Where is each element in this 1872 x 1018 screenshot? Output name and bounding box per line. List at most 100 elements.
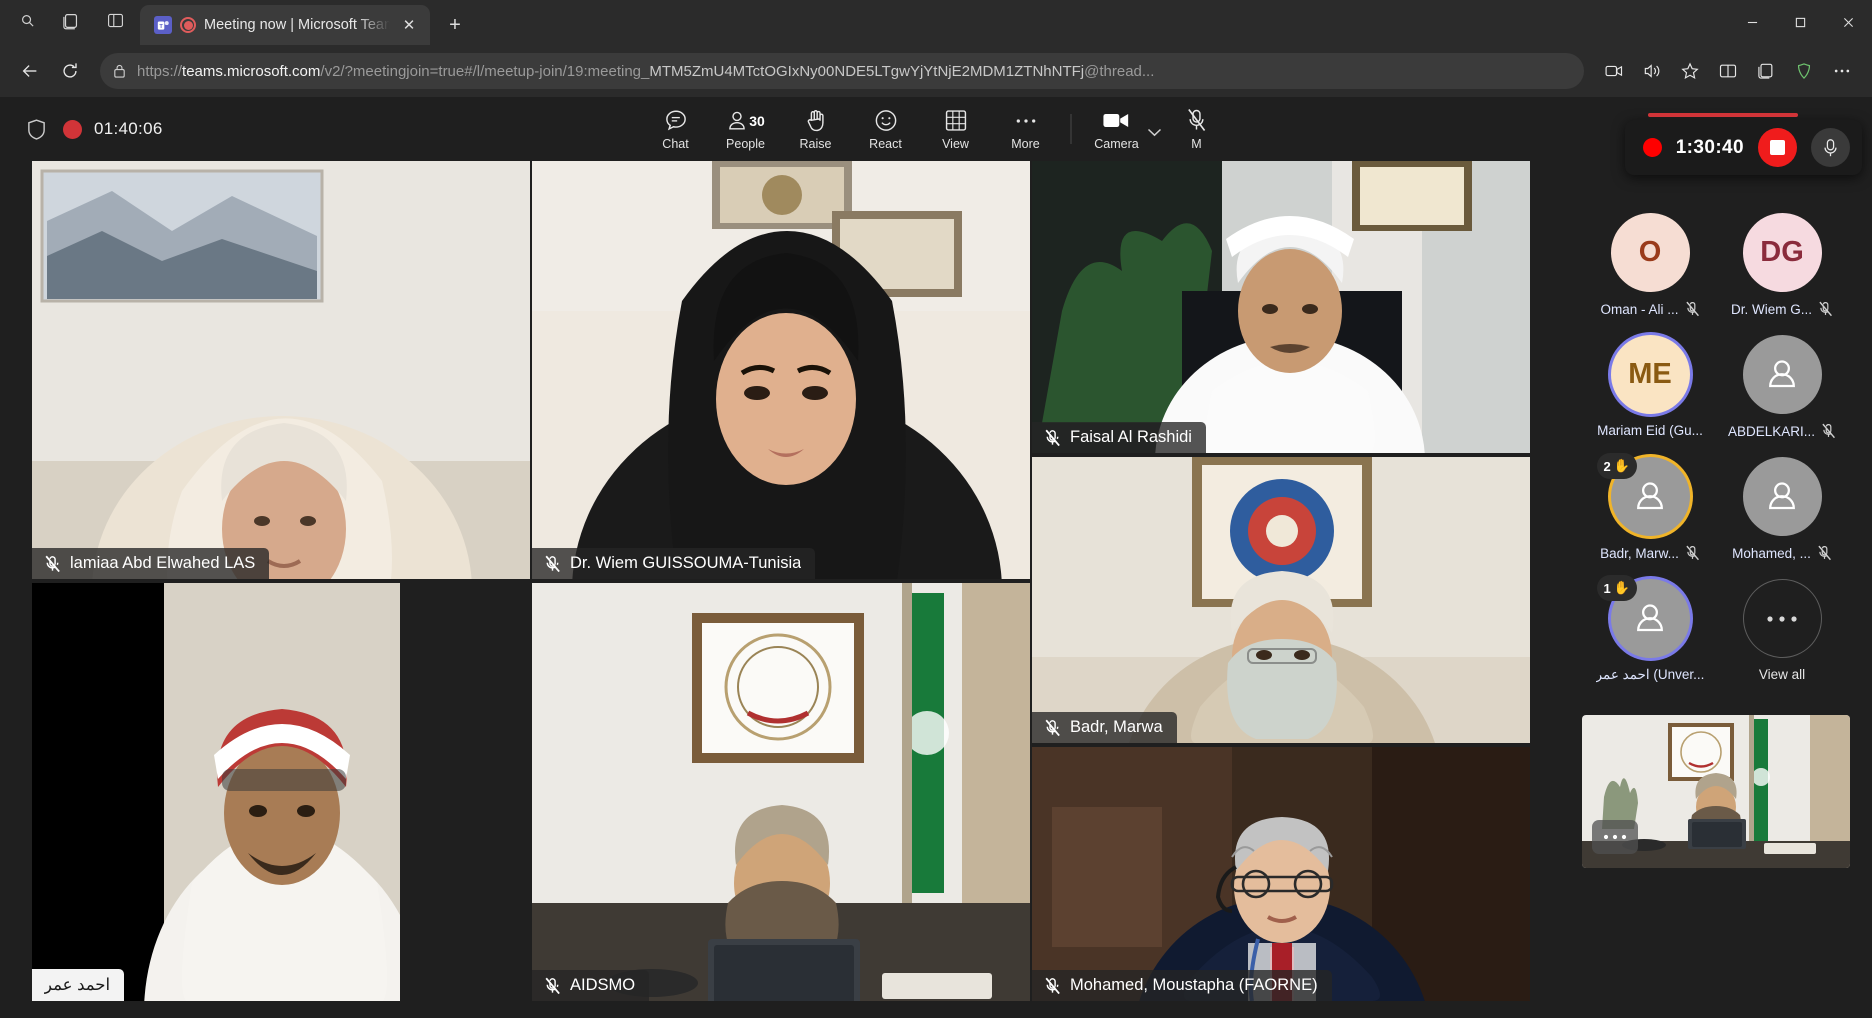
video-tile-ahmed-omar[interactable]: احمد عمر	[32, 583, 400, 1001]
video-tile-faisal[interactable]: Faisal Al Rashidi	[1032, 161, 1530, 453]
more-button[interactable]: More	[991, 99, 1061, 159]
mic-off-icon	[544, 977, 561, 995]
reload-icon[interactable]	[52, 53, 88, 89]
tab-split-pane-icon[interactable]	[96, 4, 134, 38]
camera-label: Camera	[1094, 136, 1139, 151]
tab-recording-icon	[180, 17, 196, 33]
avatar	[1742, 335, 1822, 414]
view-all-label: View all	[1758, 667, 1806, 682]
video-tile-moustapha[interactable]: Mohamed, Moustapha (FAORNE)	[1032, 747, 1530, 1001]
roster-item-view-all[interactable]: View all	[1716, 579, 1848, 683]
address-bar[interactable]: https://teams.microsoft.com/v2/?meetingj…	[100, 53, 1584, 89]
person-icon	[1769, 481, 1795, 509]
tab-collections-icon[interactable]	[52, 4, 90, 38]
raise-hand-icon	[804, 108, 827, 134]
raise-hand-button[interactable]: Raise	[781, 99, 851, 159]
collections-icon[interactable]	[1748, 53, 1784, 89]
participant-video	[1032, 747, 1530, 1001]
recording-mic-button[interactable]	[1811, 128, 1850, 167]
tile-name: Mohamed, Moustapha (FAORNE)	[1070, 976, 1318, 994]
more-ellipsis-icon[interactable]	[1592, 820, 1638, 854]
window-minimize-button[interactable]	[1728, 0, 1776, 45]
react-button[interactable]: React	[851, 99, 921, 159]
roster-item-mariam[interactable]: ME Mariam Eid (Gu...	[1584, 335, 1716, 439]
camera-icon	[1103, 108, 1131, 134]
browser-tab-teams[interactable]: T Meeting now | Microsoft Teams ✕	[140, 5, 430, 45]
mic-off-icon	[1186, 108, 1208, 134]
window-close-button[interactable]	[1824, 0, 1872, 45]
more-label: More	[1011, 136, 1040, 151]
raise-order-number: 1	[1603, 580, 1611, 596]
self-video-preview[interactable]	[1582, 715, 1850, 868]
video-grid: lamiaa Abd Elwahed LAS Dr. Wiem GUISSOUM…	[0, 161, 1560, 1018]
mic-off-icon	[1044, 429, 1061, 447]
mic-off-icon	[1821, 423, 1836, 439]
browser-essentials-icon[interactable]	[1786, 53, 1822, 89]
favorite-star-icon[interactable]	[1672, 53, 1708, 89]
tile-name-badge: AIDSMO	[532, 970, 650, 1001]
chat-button[interactable]: Chat	[641, 99, 711, 159]
raise-hand-icon: ✋	[1613, 580, 1630, 595]
react-label: React	[869, 136, 902, 151]
view-button[interactable]: View	[921, 99, 991, 159]
camera-icon[interactable]	[1596, 53, 1632, 89]
record-dot-icon	[63, 119, 82, 139]
mic-button[interactable]: M	[1162, 99, 1232, 159]
tile-name-badge: Badr, Marwa	[1032, 712, 1177, 743]
video-tile-wiem[interactable]: Dr. Wiem GUISSOUMA-Tunisia	[532, 161, 1030, 579]
roster-name: ABDELKARI...	[1727, 423, 1816, 439]
recording-widget[interactable]: 1:30:40	[1624, 113, 1862, 175]
window-maximize-button[interactable]	[1776, 0, 1824, 45]
roster-name-row: Oman - Ali ...	[1600, 301, 1699, 317]
recording-elapsed-time: 1:30:40	[1675, 136, 1744, 158]
roster-item-abdelkarim[interactable]: ABDELKARI...	[1716, 335, 1848, 439]
tile-name: Badr, Marwa	[1070, 718, 1163, 736]
person-icon	[1637, 481, 1663, 509]
camera-button[interactable]: Camera	[1082, 99, 1152, 159]
react-smiley-icon	[873, 108, 898, 134]
tab-close-icon[interactable]: ✕	[398, 14, 420, 36]
roster-name-row: View all	[1759, 667, 1805, 682]
record-dot-icon	[1642, 138, 1662, 157]
person-icon	[1637, 603, 1663, 631]
split-screen-icon[interactable]	[1710, 53, 1746, 89]
roster-name: احمد عمر (Unver...	[1595, 667, 1705, 682]
people-button[interactable]: 30 People	[711, 99, 781, 159]
roster-item-badr[interactable]: 2 ✋ Badr, Marw...	[1584, 453, 1716, 561]
svg-text:T: T	[159, 23, 163, 29]
tile-name-badge: احمد عمر	[32, 969, 125, 1001]
roster-name-row: احمد عمر (Unver...	[1596, 667, 1705, 683]
tab-title: Meeting now | Microsoft Teams	[204, 17, 390, 33]
back-arrow-icon[interactable]	[12, 53, 48, 89]
roster-name-row: Badr, Marw...	[1600, 545, 1700, 561]
roster-item-wiem[interactable]: DG Dr. Wiem G...	[1716, 213, 1848, 317]
more-settings-icon[interactable]	[1824, 53, 1860, 89]
mic-off-icon	[1044, 977, 1061, 995]
avatar-initials: ME	[1628, 358, 1672, 390]
roster-item-ahmed-omar[interactable]: 1 ✋ احمد عمر (Unver...	[1584, 575, 1716, 683]
avatar-initials: O	[1638, 236, 1662, 268]
avatar: 2 ✋	[1596, 453, 1690, 536]
more-participants-icon[interactable]	[1742, 579, 1822, 658]
stop-recording-button[interactable]	[1758, 128, 1797, 167]
roster-item-oman[interactable]: O Oman - Ali ...	[1584, 213, 1716, 317]
video-tile-aidsmo[interactable]: AIDSMO	[532, 583, 1030, 1001]
video-tile-lamiaa[interactable]: lamiaa Abd Elwahed LAS	[32, 161, 530, 579]
read-aloud-icon[interactable]	[1634, 53, 1670, 89]
browser-toolbar-icons	[1596, 53, 1860, 89]
video-tile-badr[interactable]: Badr, Marwa	[1032, 457, 1530, 743]
meeting-controls: Chat 30 People Raise React View More Cam…	[641, 97, 1232, 161]
tile-name-badge: Faisal Al Rashidi	[1032, 422, 1206, 453]
teams-meeting-app: 01:40:06 Chat 30 People Raise React View…	[0, 97, 1872, 1018]
recording-status: 01:40:06	[63, 119, 163, 139]
mic-off-icon	[1044, 719, 1061, 737]
shield-icon	[26, 118, 47, 141]
raised-hand-badge: 2 ✋	[1596, 453, 1637, 479]
participant-video	[532, 161, 1030, 579]
chevron-down-icon[interactable]	[1147, 128, 1162, 137]
roster-item-mohamed[interactable]: Mohamed, ...	[1716, 457, 1848, 561]
tab-search-icon[interactable]	[8, 4, 46, 38]
meeting-toolbar: 01:40:06 Chat 30 People Raise React View…	[0, 97, 1872, 175]
new-tab-button[interactable]: +	[438, 8, 472, 42]
tile-name: Faisal Al Rashidi	[1070, 428, 1192, 446]
